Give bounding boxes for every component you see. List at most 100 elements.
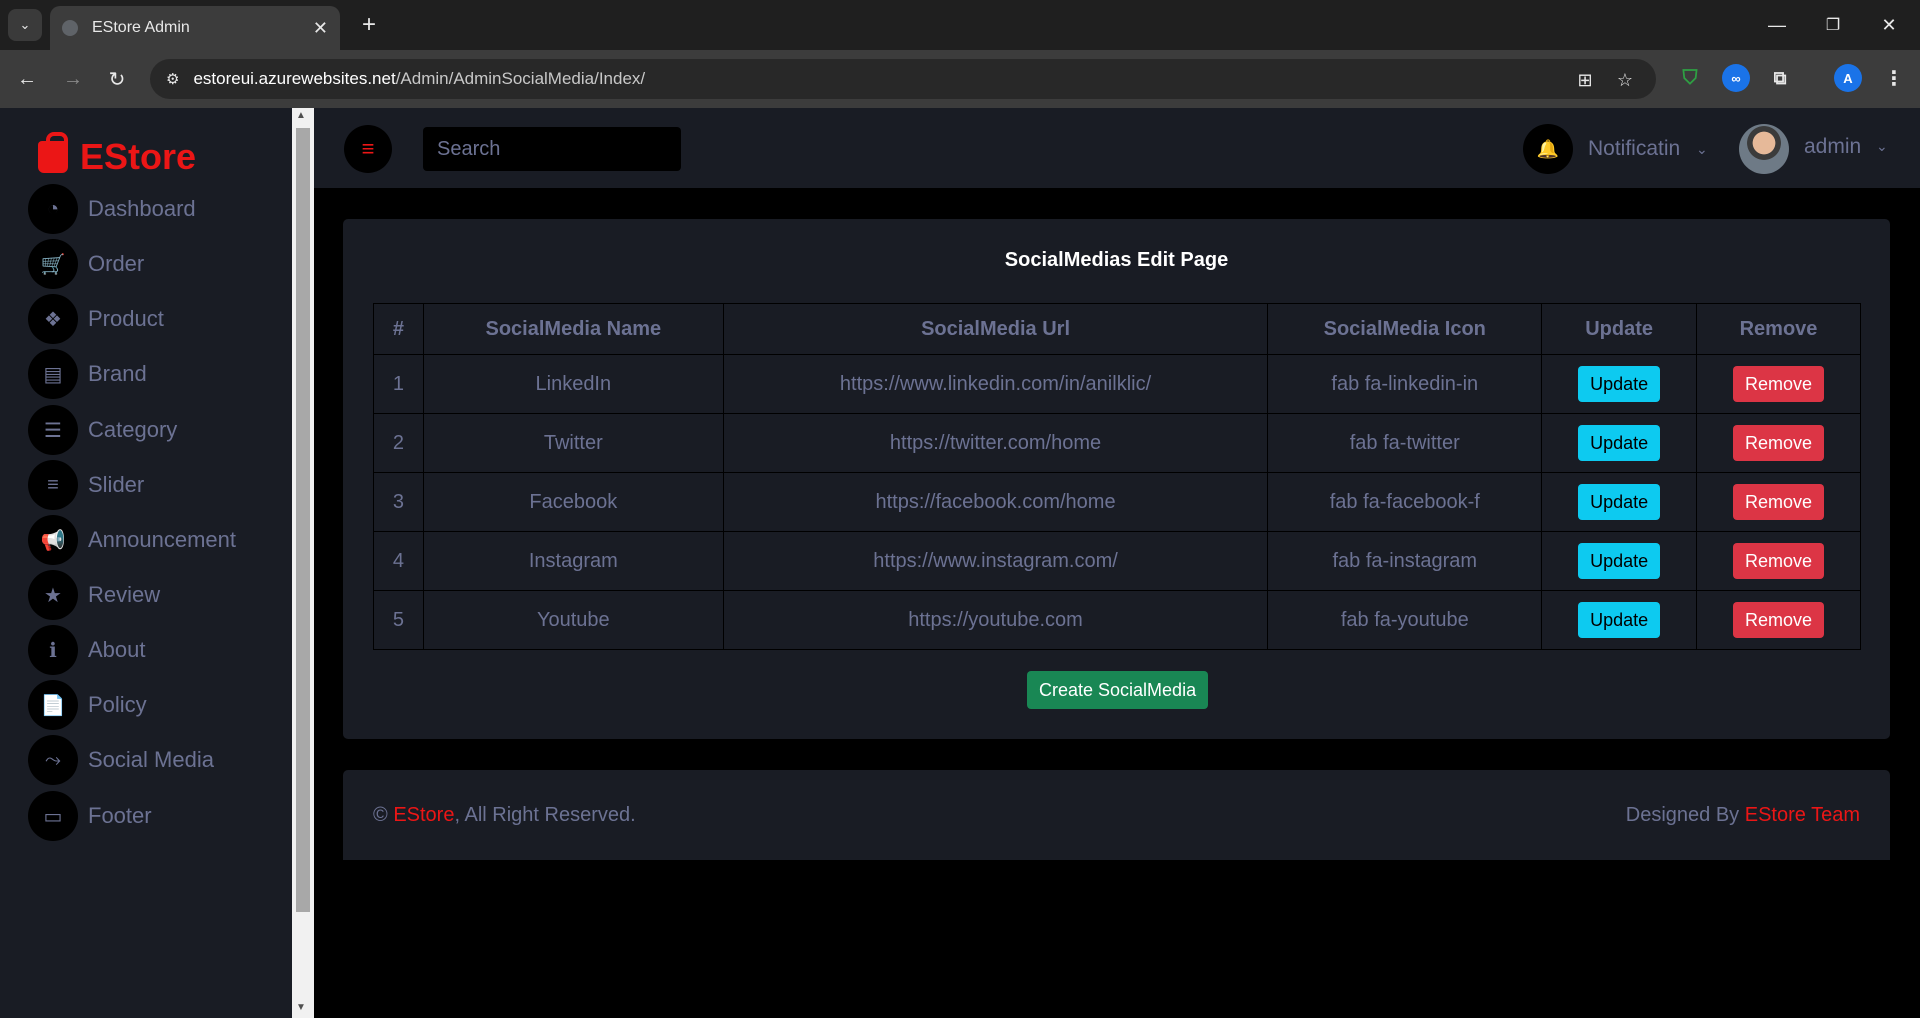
shield-extension-icon[interactable]: ⛉ — [1676, 64, 1704, 92]
row-number: 1 — [373, 354, 424, 414]
shopping-bag-icon — [38, 132, 68, 173]
back-icon[interactable]: ← — [12, 64, 42, 94]
address-bar[interactable]: ⚙ estoreui.azurewebsites.net/Admin/Admin… — [150, 59, 1656, 99]
sidebar-toggle-bars-icon[interactable]: ≡ — [344, 125, 392, 173]
window-close-icon[interactable]: ✕ — [1874, 10, 1904, 40]
social-media-icon-class: fab fa-twitter — [1267, 413, 1543, 473]
sidebar-item-label: Order — [88, 251, 145, 276]
create-social-media-button[interactable]: Create SocialMedia — [1027, 671, 1209, 709]
remove-button[interactable]: Remove — [1733, 602, 1825, 638]
sidebar-item-label: Social Media — [88, 747, 214, 772]
sidebar-item-label: Policy — [88, 692, 147, 717]
update-cell: Update — [1541, 413, 1698, 473]
scroll-up-arrow-icon[interactable]: ▲ — [296, 110, 306, 121]
row-number: 4 — [373, 531, 424, 591]
page-footer: © EStore, All Right Reserved. Designed B… — [343, 770, 1890, 860]
tab-title: EStore Admin — [92, 19, 190, 36]
sidebar-item-footer[interactable]: ▭ Footer — [28, 790, 152, 842]
browser-menu-icon[interactable]: ⋮ — [1880, 64, 1908, 92]
close-tab-icon[interactable]: ✕ — [313, 18, 328, 39]
translate-icon[interactable]: ⊞ — [1572, 67, 1598, 93]
social-media-icon-class: fab fa-youtube — [1267, 590, 1543, 650]
notification-dropdown[interactable]: Notificatin — [1588, 137, 1680, 161]
sidebar-item-label: Footer — [88, 803, 152, 828]
social-media-icon-class: fab fa-linkedin-in — [1267, 354, 1543, 414]
remove-button[interactable]: Remove — [1733, 425, 1825, 461]
remove-button[interactable]: Remove — [1733, 366, 1825, 402]
bullhorn-icon: 📢 — [28, 515, 78, 565]
sidebar-item-slider[interactable]: ≡ Slider — [28, 459, 144, 511]
remove-cell: Remove — [1696, 531, 1861, 591]
tab-search-chevron-icon[interactable]: ⌄ — [8, 9, 42, 41]
sidebar-item-social-media[interactable]: ⤳ Social Media — [28, 734, 214, 786]
team-link[interactable]: EStore Team — [1745, 804, 1860, 826]
file-icon: 📄 — [28, 680, 78, 730]
sidebar-item-label: Brand — [88, 361, 147, 386]
brand-logo[interactable]: EStore — [38, 132, 196, 178]
table-row: 4 Instagram https://www.instagram.com/fab … — [373, 531, 1861, 591]
cubes-icon: ❖ — [28, 294, 78, 344]
scroll-down-arrow-icon[interactable]: ▼ — [296, 1002, 306, 1013]
footer-brand-link[interactable]: EStore — [393, 804, 454, 826]
extensions-puzzle-icon[interactable]: ⧉ — [1766, 64, 1794, 92]
sidebar-item-brand[interactable]: ▤ Brand — [28, 348, 147, 400]
social-media-icon-class: fab fa-instagram — [1267, 531, 1543, 591]
sidebar-item-order[interactable]: 🛒 Order — [28, 238, 144, 290]
update-cell: Update — [1541, 531, 1698, 591]
sidebar-item-dashboard[interactable]: ◔ Dashboard — [28, 183, 196, 235]
search-input[interactable] — [423, 127, 681, 171]
sidebar-item-label: Review — [88, 582, 161, 607]
update-button[interactable]: Update — [1578, 425, 1661, 461]
col-header-icon: SocialMedia Icon — [1267, 303, 1543, 355]
user-dropdown[interactable]: admin — [1804, 135, 1861, 159]
remove-cell: Remove — [1696, 472, 1861, 532]
new-tab-icon[interactable]: + — [354, 10, 384, 40]
bookmark-star-icon[interactable]: ☆ — [1612, 67, 1638, 93]
designed-by-label: Designed By — [1625, 804, 1740, 826]
browser-tab-bar: ⌄ EStore Admin ✕ + — ❐ ✕ — [0, 0, 1920, 50]
rights-text: , All Right Reserved. — [454, 804, 636, 826]
update-cell: Update — [1541, 590, 1698, 650]
update-button[interactable]: Update — [1578, 484, 1661, 520]
social-media-url: https://facebook.com/home — [722, 472, 1269, 532]
reload-icon[interactable]: ↻ — [102, 64, 132, 94]
site-info-icon[interactable]: ⚙ — [166, 70, 179, 88]
row-number: 5 — [373, 590, 424, 650]
sidebar-item-about[interactable]: ℹ About — [28, 624, 146, 676]
forward-icon[interactable]: → — [58, 64, 88, 94]
social-media-url: https://www.instagram.com/ — [722, 531, 1269, 591]
social-media-card: SocialMedias Edit Page # SocialMedia Nam… — [343, 219, 1890, 739]
update-button[interactable]: Update — [1578, 366, 1661, 402]
star-icon: ★ — [28, 570, 78, 620]
update-button[interactable]: Update — [1578, 602, 1661, 638]
globe-icon — [62, 20, 78, 36]
minimize-icon[interactable]: — — [1762, 10, 1792, 40]
chevron-down-icon[interactable]: ⌄ — [1696, 141, 1708, 158]
table-row: 1 LinkedIn https://www.linkedin.com/in/ani… — [373, 354, 1861, 414]
user-avatar[interactable] — [1739, 124, 1789, 174]
sidebar-item-label: Slider — [88, 472, 145, 497]
chevron-down-icon[interactable]: ⌄ — [1876, 138, 1888, 155]
social-media-table: # SocialMedia Name SocialMedia Url Socia… — [373, 303, 1861, 650]
sidebar-item-product[interactable]: ❖ Product — [28, 293, 164, 345]
infinity-extension-icon[interactable]: ∞ — [1722, 64, 1750, 92]
sidebar-item-announcement[interactable]: 📢 Announcement — [28, 514, 236, 566]
restore-icon[interactable]: ❐ — [1818, 10, 1848, 40]
top-navbar: ≡ 🔔 Notificatin ⌄ admin ⌄ — [314, 108, 1920, 188]
sidebar-item-category[interactable]: ☰ Category — [28, 404, 177, 456]
sidebar-item-review[interactable]: ★ Review — [28, 569, 160, 621]
table-row: 2 Twitter https://twitter.com/home fab fa-t… — [373, 413, 1861, 473]
update-button[interactable]: Update — [1578, 543, 1661, 579]
remove-button[interactable]: Remove — [1733, 543, 1825, 579]
share-icon: ⤳ — [28, 735, 78, 785]
remove-cell: Remove — [1696, 590, 1861, 650]
social-media-url: https://youtube.com — [722, 590, 1269, 650]
bell-icon[interactable]: 🔔 — [1523, 124, 1573, 174]
col-header-remove: Remove — [1696, 303, 1861, 355]
col-header-name: SocialMedia Name — [422, 303, 724, 355]
profile-avatar[interactable]: A — [1834, 64, 1862, 92]
browser-tab[interactable]: EStore Admin ✕ — [50, 6, 340, 50]
sidebar-scrollbar-thumb[interactable] — [296, 128, 310, 912]
remove-button[interactable]: Remove — [1733, 484, 1825, 520]
sidebar-item-policy[interactable]: 📄 Policy — [28, 679, 147, 731]
